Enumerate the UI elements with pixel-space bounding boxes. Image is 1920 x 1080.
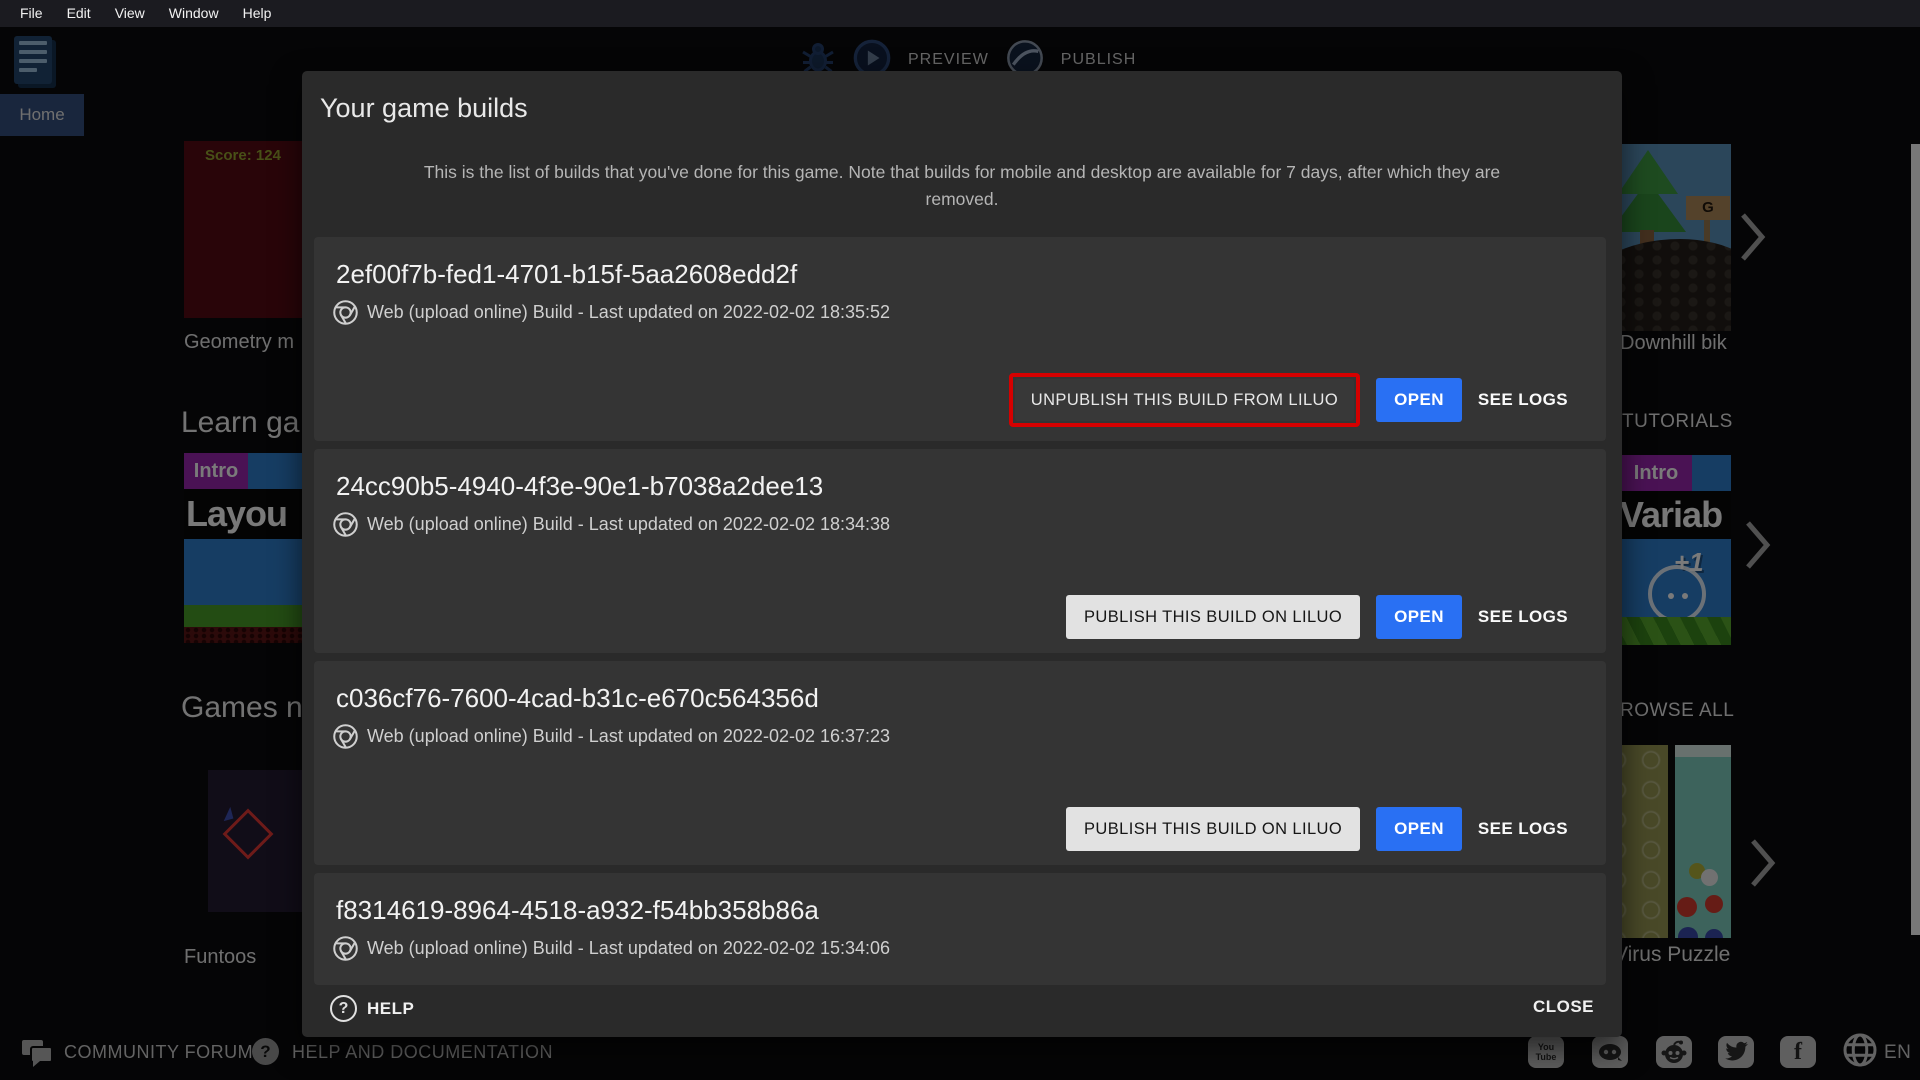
close-button[interactable]: CLOSE bbox=[1533, 997, 1594, 1017]
menu-file[interactable]: File bbox=[8, 0, 55, 27]
build-id: 24cc90b5-4940-4f3e-90e1-b7038a2dee13 bbox=[336, 471, 823, 502]
open-build-button[interactable]: OPEN bbox=[1376, 807, 1462, 851]
scrollbar[interactable] bbox=[1911, 144, 1920, 935]
dialog-description: This is the list of builds that you've d… bbox=[362, 159, 1562, 213]
build-info: Web (upload online) Build - Last updated… bbox=[332, 723, 890, 750]
build-info: Web (upload online) Build - Last updated… bbox=[332, 511, 890, 538]
menu-edit[interactable]: Edit bbox=[55, 0, 103, 27]
game-builds-dialog: Your game builds This is the list of bui… bbox=[302, 71, 1622, 1037]
menu-window[interactable]: Window bbox=[157, 0, 231, 27]
chrome-web-icon bbox=[332, 511, 359, 538]
publish-build-button[interactable]: PUBLISH THIS BUILD ON LILUO bbox=[1066, 595, 1360, 639]
build-row: f8314619-8964-4518-a932-f54bb358b86a Web… bbox=[314, 873, 1606, 985]
chrome-web-icon bbox=[332, 935, 359, 962]
chrome-web-icon bbox=[332, 299, 359, 326]
build-row: 24cc90b5-4940-4f3e-90e1-b7038a2dee13 Web… bbox=[314, 449, 1606, 653]
app-window: PREVIEW PUBLISH Home Score: 124 Geometry… bbox=[0, 0, 1920, 1080]
chrome-web-icon bbox=[332, 723, 359, 750]
see-logs-button[interactable]: SEE LOGS bbox=[1478, 819, 1568, 839]
help-button[interactable]: ? HELP bbox=[330, 995, 414, 1022]
build-info: Web (upload online) Build - Last updated… bbox=[332, 935, 890, 962]
see-logs-button[interactable]: SEE LOGS bbox=[1478, 607, 1568, 627]
build-row: c036cf76-7600-4cad-b31c-e670c564356d Web… bbox=[314, 661, 1606, 865]
unpublish-build-button[interactable]: UNPUBLISH THIS BUILD FROM LILUO bbox=[1015, 379, 1354, 421]
build-id: c036cf76-7600-4cad-b31c-e670c564356d bbox=[336, 683, 819, 714]
menu-view[interactable]: View bbox=[103, 0, 157, 27]
build-id: 2ef00f7b-fed1-4701-b15f-5aa2608edd2f bbox=[336, 259, 797, 290]
dialog-footer: ? HELP CLOSE bbox=[302, 985, 1622, 1037]
build-id: f8314619-8964-4518-a932-f54bb358b86a bbox=[336, 895, 819, 926]
question-mark-icon: ? bbox=[330, 995, 357, 1022]
menu-bar: File Edit View Window Help bbox=[0, 0, 1920, 27]
menu-help[interactable]: Help bbox=[231, 0, 284, 27]
see-logs-button[interactable]: SEE LOGS bbox=[1478, 390, 1568, 410]
open-build-button[interactable]: OPEN bbox=[1376, 378, 1462, 422]
dialog-title: Your game builds bbox=[320, 93, 528, 124]
annotation-red-box: UNPUBLISH THIS BUILD FROM LILUO bbox=[1009, 373, 1360, 427]
publish-build-button[interactable]: PUBLISH THIS BUILD ON LILUO bbox=[1066, 807, 1360, 851]
build-row: 2ef00f7b-fed1-4701-b15f-5aa2608edd2f Web… bbox=[314, 237, 1606, 441]
open-build-button[interactable]: OPEN bbox=[1376, 595, 1462, 639]
build-info: Web (upload online) Build - Last updated… bbox=[332, 299, 890, 326]
